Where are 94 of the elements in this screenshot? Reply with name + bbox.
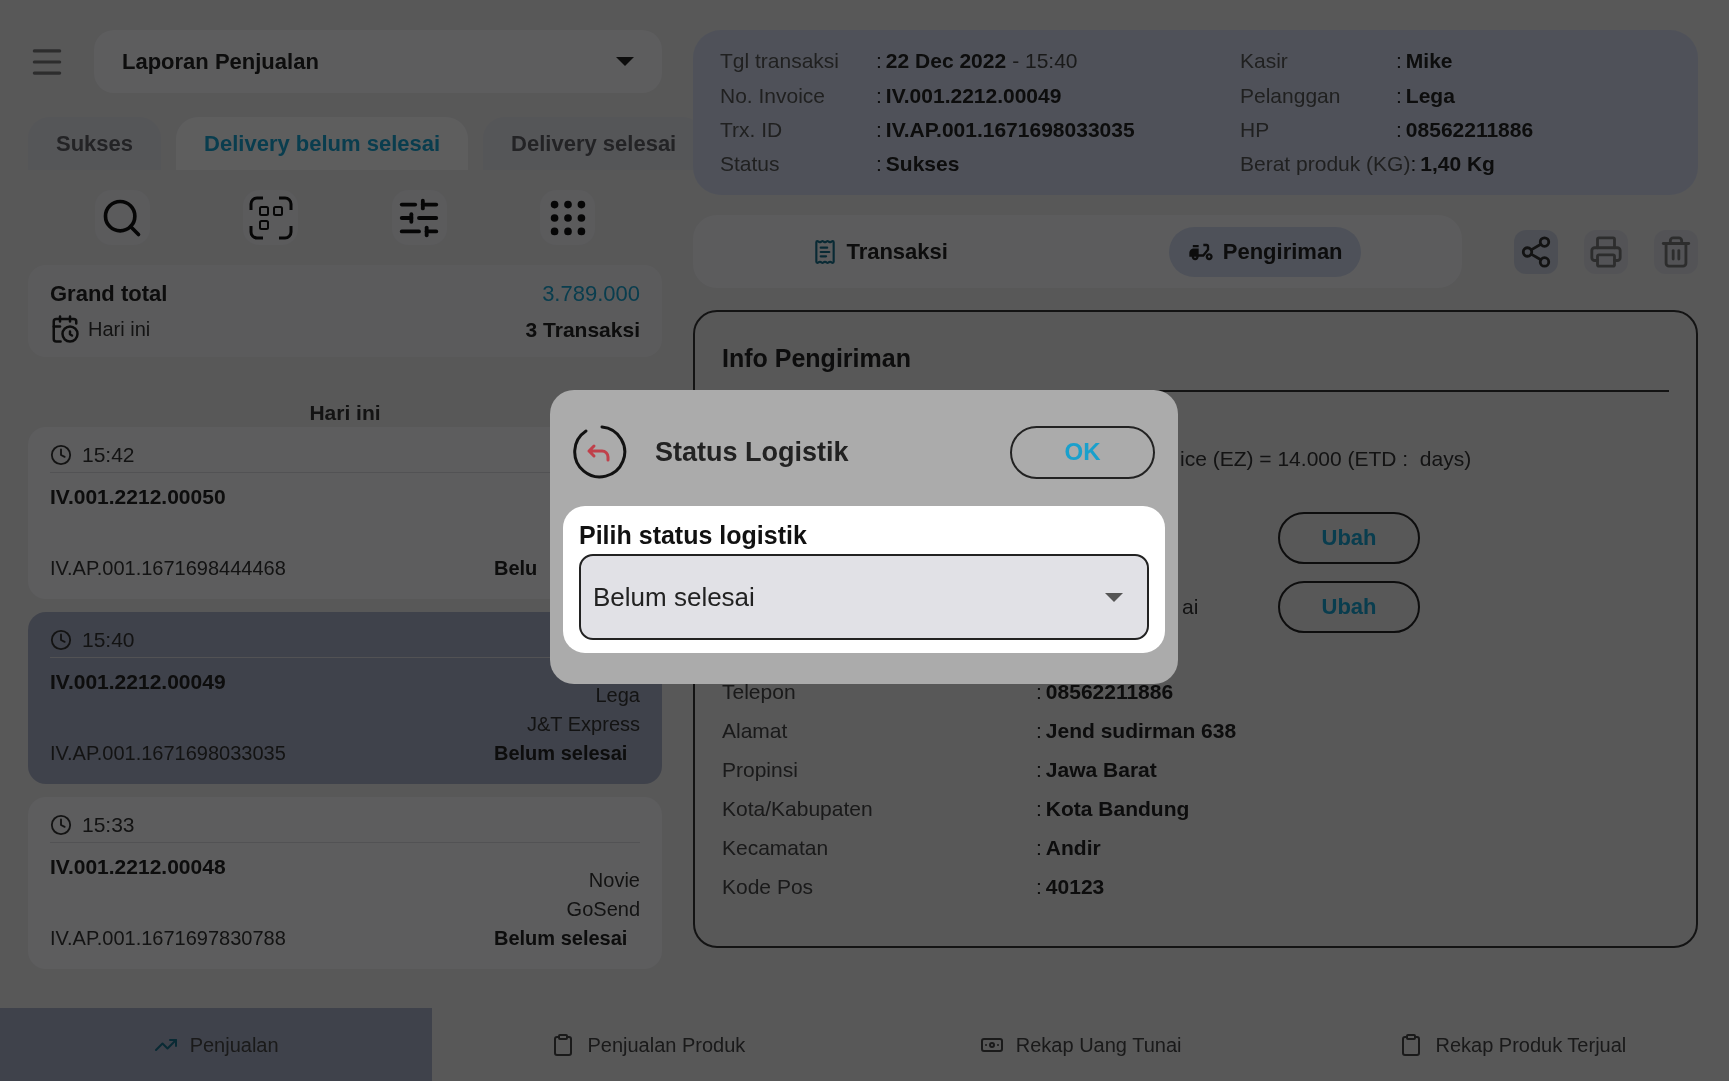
list-heading: Hari ini	[309, 400, 381, 423]
colon: :	[876, 48, 882, 75]
detail-value: Lega	[1405, 82, 1455, 109]
clock-icon	[50, 813, 72, 836]
customer-name: Novie	[588, 868, 640, 893]
grid-dots-button[interactable]	[540, 190, 596, 245]
calendar-icon	[50, 314, 80, 345]
transaction-count: 3 Transaksi	[525, 316, 640, 343]
colon: :	[876, 151, 882, 178]
undo-icon[interactable]	[572, 424, 628, 480]
field-label: Kode Pos	[722, 874, 815, 901]
change-button[interactable]: Ubah	[1278, 580, 1420, 633]
field-label: Alamat	[722, 718, 789, 745]
detail-label: Tgl transaksi	[720, 48, 841, 75]
detail-value: IV.001.2212.00049	[885, 82, 1062, 109]
transaction-id: IV.AP.001.1671697830788	[50, 926, 286, 951]
colon: :	[1036, 835, 1042, 862]
detail-value: 1,40 Kg	[1420, 151, 1495, 178]
print-button[interactable]	[1584, 229, 1628, 274]
filter-button[interactable]	[391, 190, 447, 245]
ok-button[interactable]: OK	[1010, 425, 1155, 479]
clock-icon	[50, 628, 72, 651]
colon: :	[1396, 48, 1402, 75]
field-label: ai	[1182, 593, 1200, 620]
transaction-time: 15:42	[82, 441, 135, 468]
transaction-card[interactable]: 15:40 IV.001.2212.00049 IV.AP.001.1671698033035 Lega J&T Express Belum selesai	[28, 612, 662, 784]
invoice-number: IV.001.2212.00048	[50, 854, 227, 880]
detail-value: IV.AP.001.1671698033035	[885, 116, 1135, 143]
detail-label: Kasir	[1240, 48, 1289, 75]
delivery-status: Belum selesai	[494, 926, 629, 951]
caret-icon	[1105, 592, 1123, 602]
colon: :	[1036, 796, 1042, 823]
share-button[interactable]	[1514, 229, 1558, 274]
detail-value: 22 Dec 2022	[885, 48, 1007, 75]
colon: :	[1036, 757, 1042, 784]
status-select[interactable]: Belum selesai	[579, 554, 1149, 640]
caret-icon	[616, 57, 634, 66]
delivery-status: Belu	[494, 556, 539, 581]
bottom-nav-item[interactable]: Rekap Uang Tunai	[864, 1008, 1297, 1081]
shipping-service-text: ice (EZ) = 14.000 (ETD : days)	[1180, 445, 1472, 472]
report-dropdown[interactable]: Laporan Penjualan	[94, 30, 662, 93]
field-value: Andir	[1045, 835, 1101, 862]
colon: :	[876, 116, 882, 143]
transaction-id: IV.AP.001.1671698444468	[50, 556, 286, 581]
delete-button[interactable]	[1654, 229, 1698, 274]
bottom-nav-item[interactable]: Rekap Produk Terjual	[1296, 1008, 1729, 1081]
detail-label: Trx. ID	[720, 116, 784, 143]
detail-label: Berat produk (KG)	[1240, 151, 1411, 178]
detail-time: - 15:40	[1012, 48, 1078, 75]
colon: :	[1410, 151, 1417, 178]
status-tab[interactable]: Delivery belum selesai	[176, 117, 469, 170]
field-label: Kota/Kabupaten	[722, 796, 874, 823]
transaction-time: 15:33	[82, 811, 135, 838]
invoice-number: IV.001.2212.00050	[50, 484, 227, 510]
summary-label: Grand total	[50, 280, 168, 308]
detail-tab[interactable]: Transaksi	[794, 226, 966, 277]
colon: :	[1036, 679, 1042, 706]
invoice-number: IV.001.2212.00049	[50, 669, 227, 695]
courier-name: J&T Express	[527, 712, 640, 737]
transaction-card[interactable]: 15:33 IV.001.2212.00048 IV.AP.001.1671697830788 Novie GoSend Belum selesai	[28, 797, 662, 969]
delivery-status: Belum selesai	[494, 741, 629, 766]
detail-tab[interactable]: Pengiriman	[1168, 226, 1361, 277]
scan-button[interactable]	[243, 190, 299, 245]
transaction-time: 15:40	[82, 626, 135, 653]
detail-value: Mike	[1405, 48, 1453, 75]
field-label: Kecamatan	[722, 835, 830, 862]
grand-total-amount: 3.789.000	[542, 280, 640, 308]
detail-label: HP	[1240, 116, 1271, 143]
clock-icon	[50, 443, 72, 466]
panel-title: Info Pengiriman	[722, 343, 912, 374]
colon: :	[1396, 82, 1402, 109]
change-button[interactable]: Ubah	[1278, 511, 1420, 564]
field-value: Jend sudirman 638	[1045, 718, 1237, 745]
courier-name: GoSend	[566, 897, 640, 922]
field-label: Telepon	[722, 679, 797, 706]
colon: :	[1396, 116, 1402, 143]
detail-label: No. Invoice	[720, 82, 827, 109]
colon: :	[1036, 874, 1042, 901]
detail-label: Status	[720, 151, 781, 178]
period-label: Hari ini	[88, 317, 151, 343]
detail-value: 08562211886	[1405, 116, 1534, 143]
field-value: 40123	[1045, 874, 1105, 901]
customer-name: Lega	[595, 683, 640, 708]
detail-value: Sukses	[885, 151, 960, 178]
transaction-id: IV.AP.001.1671698033035	[50, 741, 286, 766]
field-value: 08562211886	[1045, 679, 1174, 706]
colon: :	[1036, 718, 1042, 745]
field-value: Kota Bandung	[1045, 796, 1190, 823]
field-label: Propinsi	[722, 757, 799, 784]
colon: :	[876, 82, 882, 109]
detail-label: Pelanggan	[1240, 82, 1342, 109]
field-value: Jawa Barat	[1045, 757, 1157, 784]
bottom-nav-item[interactable]: Penjualan Produk	[432, 1008, 865, 1081]
search-button[interactable]	[94, 190, 150, 245]
